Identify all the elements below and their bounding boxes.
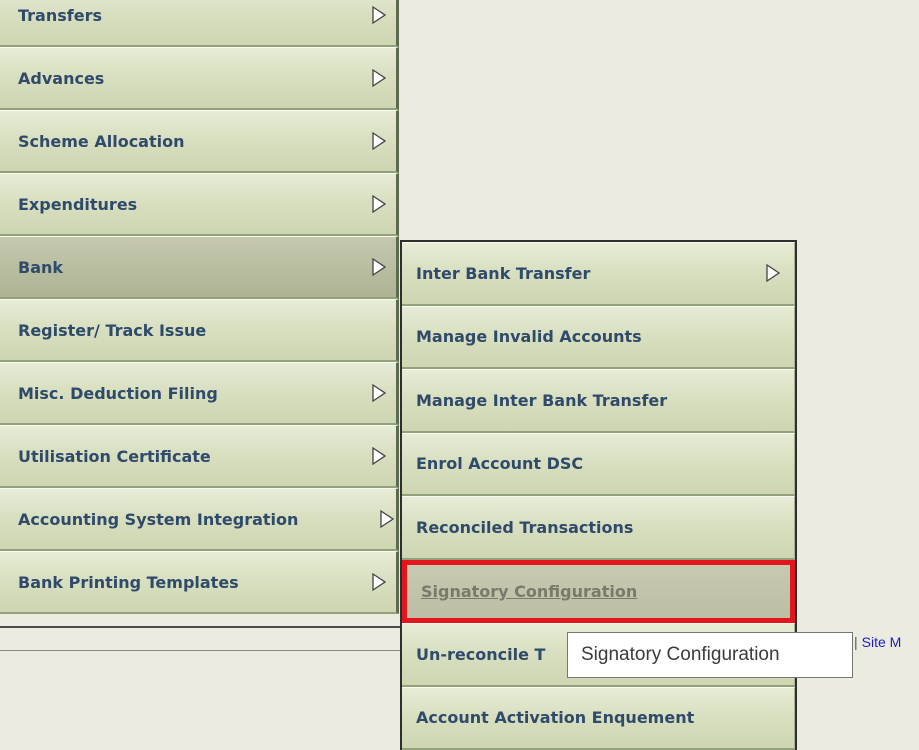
- chevron-right-icon: [372, 132, 386, 150]
- chevron-right-icon: [372, 447, 386, 465]
- menu-item-label: Advances: [18, 69, 104, 88]
- submenu-item-label: Enrol Account DSC: [416, 454, 583, 473]
- menu-item-expenditures[interactable]: Expenditures: [0, 173, 399, 236]
- menu-item-label: Register/ Track Issue: [18, 321, 206, 340]
- menu-item-label: Scheme Allocation: [18, 132, 184, 151]
- chevron-right-icon: [372, 69, 386, 87]
- menu-item-register-track-issue[interactable]: Register/ Track Issue: [0, 299, 399, 362]
- submenu-item-signatory-configuration[interactable]: Signatory Configuration: [402, 560, 795, 624]
- chevron-right-icon: [372, 6, 386, 24]
- submenu-item-label: Un-reconcile T: [416, 645, 545, 664]
- footer-separator: |: [854, 634, 858, 650]
- menu-item-label: Accounting System Integration: [18, 510, 298, 529]
- submenu-item-label: Inter Bank Transfer: [416, 264, 590, 283]
- menu-item-bank-printing-templates[interactable]: Bank Printing Templates: [0, 551, 399, 614]
- submenu-item-account-activation[interactable]: Account Activation Enquement: [402, 687, 795, 750]
- footer-divider: [0, 626, 400, 628]
- footer-links: |Site M: [854, 634, 901, 650]
- menu-item-advances[interactable]: Advances: [0, 47, 399, 110]
- menu-item-accounting-system-integration[interactable]: Accounting System Integration: [0, 488, 399, 551]
- chevron-right-icon: [372, 573, 386, 591]
- submenu-item-label: Manage Invalid Accounts: [416, 327, 642, 346]
- submenu-item-label: Reconciled Transactions: [416, 518, 633, 537]
- chevron-right-icon: [380, 510, 394, 528]
- chevron-right-icon: [372, 384, 386, 402]
- chevron-right-icon: [372, 195, 386, 213]
- submenu-item-label: Account Activation Enquement: [416, 708, 694, 727]
- submenu-item-manage-invalid-accounts[interactable]: Manage Invalid Accounts: [402, 306, 795, 370]
- menu-item-bank[interactable]: Bank: [0, 236, 399, 299]
- menu-item-scheme-allocation[interactable]: Scheme Allocation: [0, 110, 399, 173]
- submenu-item-label: Signatory Configuration: [421, 582, 637, 601]
- chevron-right-icon: [372, 258, 386, 276]
- menu-item-utilisation-certificate[interactable]: Utilisation Certificate: [0, 425, 399, 488]
- footer-divider-lower: [0, 650, 400, 651]
- menu-item-label: Bank Printing Templates: [18, 573, 239, 592]
- main-menu: Transfers Advances Scheme Allocation Exp…: [0, 0, 399, 614]
- submenu-item-reconciled-transactions[interactable]: Reconciled Transactions: [402, 496, 795, 560]
- menu-item-label: Utilisation Certificate: [18, 447, 211, 466]
- site-map-link[interactable]: Site M: [862, 634, 902, 650]
- menu-item-label: Expenditures: [18, 195, 137, 214]
- tooltip: Signatory Configuration: [567, 632, 853, 678]
- submenu-item-label: Manage Inter Bank Transfer: [416, 391, 667, 410]
- menu-item-transfers[interactable]: Transfers: [0, 0, 399, 47]
- submenu-item-inter-bank-transfer[interactable]: Inter Bank Transfer: [402, 242, 795, 306]
- chevron-right-icon: [766, 264, 780, 282]
- menu-item-label: Misc. Deduction Filing: [18, 384, 218, 403]
- menu-item-label: Bank: [18, 258, 63, 277]
- submenu-item-manage-inter-bank-transfer[interactable]: Manage Inter Bank Transfer: [402, 369, 795, 433]
- menu-item-label: Transfers: [18, 6, 102, 25]
- menu-item-misc-deduction-filing[interactable]: Misc. Deduction Filing: [0, 362, 399, 425]
- submenu-item-enrol-account-dsc[interactable]: Enrol Account DSC: [402, 433, 795, 497]
